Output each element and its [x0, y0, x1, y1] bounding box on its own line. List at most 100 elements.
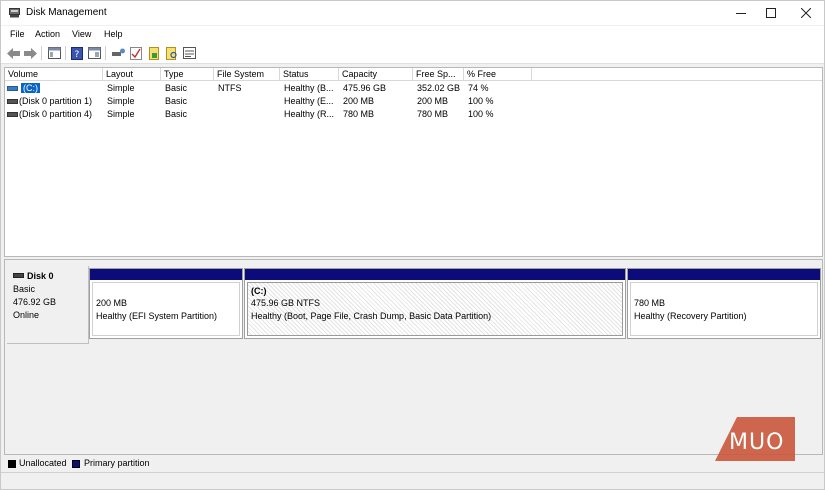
disk-label[interactable]: Disk 0 Basic 476.92 GB Online	[7, 266, 89, 344]
disk-size: 476.92 GB	[13, 297, 57, 307]
partition-body: 780 MB Healthy (Recovery Partition)	[630, 282, 818, 336]
toolbar-separator	[41, 46, 42, 60]
disk-management-window: Disk Management File Action View Help ?	[0, 0, 825, 490]
maximize-icon	[766, 8, 776, 18]
menu-file[interactable]: File	[10, 29, 25, 39]
menu-help[interactable]: Help	[104, 29, 123, 39]
volume-list[interactable]: Volume Layout Type File System Status Ca…	[4, 67, 823, 257]
layout-cell: Simple	[107, 96, 135, 106]
table-row[interactable]: (Disk 0 partition 4) Simple Basic Health…	[5, 108, 822, 121]
connect-button[interactable]	[110, 45, 126, 61]
svg-text:MUO: MUO	[729, 430, 784, 455]
column-type[interactable]: Type	[161, 68, 214, 81]
back-icon	[6, 47, 20, 59]
percent-free-cell: 100 %	[468, 109, 494, 119]
toolbar-separator	[65, 46, 66, 60]
column-free-space[interactable]: Free Sp...	[413, 68, 464, 81]
disk-graphical-area: Disk 0 Basic 476.92 GB Online 200 MB Hea…	[5, 260, 822, 454]
partition-body: (C:) 475.96 GB NTFS Healthy (Boot, Page …	[247, 282, 623, 336]
primary-partition-bar	[245, 269, 625, 280]
disk-name: Disk 0	[27, 271, 54, 281]
partition-title: (C:)	[251, 286, 267, 296]
status-bar	[1, 472, 824, 489]
svg-text:?: ?	[75, 50, 80, 60]
capacity-cell: 780 MB	[343, 109, 375, 119]
status-cell: Healthy (R...	[284, 109, 335, 119]
status-cell: Healthy (E...	[284, 96, 334, 106]
column-file-system[interactable]: File System	[214, 68, 280, 81]
layout-cell: Simple	[107, 83, 135, 93]
column-percent-free[interactable]: % Free	[464, 68, 532, 81]
table-row[interactable]: (C:) Simple Basic NTFS Healthy (B... 475…	[5, 82, 822, 95]
column-capacity[interactable]: Capacity	[339, 68, 413, 81]
disk-state: Online	[13, 310, 40, 320]
volume-icon	[7, 112, 18, 117]
primary-partition-bar	[628, 269, 820, 280]
partition-c-drive[interactable]: (C:) 475.96 GB NTFS Healthy (Boot, Page …	[244, 268, 626, 339]
volume-name: (Disk 0 partition 4)	[19, 109, 93, 119]
disk-type: Basic	[13, 284, 36, 294]
capacity-cell: 200 MB	[343, 96, 375, 106]
type-cell: Basic	[165, 109, 188, 119]
view-button[interactable]	[86, 45, 102, 61]
toolbar: ?	[1, 42, 824, 64]
new-icon	[149, 46, 159, 60]
forward-icon	[23, 47, 37, 59]
column-volume[interactable]: Volume	[5, 68, 103, 81]
muo-watermark-logo: MUO	[715, 417, 795, 461]
partition-recovery[interactable]: 780 MB Healthy (Recovery Partition)	[627, 268, 821, 339]
partition-size: 475.96 GB NTFS	[251, 298, 321, 308]
primary-partition-swatch	[72, 460, 80, 468]
disk-graphical-view: Disk 0 Basic 476.92 GB Online 200 MB Hea…	[4, 259, 823, 455]
help-button[interactable]: ?	[69, 45, 85, 61]
disk-management-app-icon	[9, 8, 20, 18]
close-icon	[801, 8, 811, 18]
status-cell: Healthy (B...	[284, 83, 334, 93]
menu-view[interactable]: View	[72, 29, 91, 39]
type-cell: Basic	[165, 96, 188, 106]
free-space-cell: 352.02 GB	[417, 83, 461, 93]
back-button[interactable]	[5, 45, 21, 61]
capacity-cell: 475.96 GB	[343, 83, 387, 93]
toolbar-separator	[105, 46, 106, 60]
console-tree-icon	[47, 47, 61, 59]
maximize-button[interactable]	[753, 1, 789, 25]
partition-efi[interactable]: 200 MB Healthy (EFI System Partition)	[89, 268, 243, 339]
partition-size: 200 MB	[96, 298, 128, 308]
percent-free-cell: 74 %	[468, 83, 489, 93]
volume-icon	[7, 86, 18, 91]
show-hide-console-tree-button[interactable]	[46, 45, 62, 61]
partition-status: Healthy (Recovery Partition)	[634, 311, 747, 321]
help-icon: ?	[71, 46, 83, 60]
minimize-icon	[736, 13, 746, 14]
volume-icon	[7, 99, 18, 104]
table-row[interactable]: (Disk 0 partition 1) Simple Basic Health…	[5, 95, 822, 108]
connect-icon	[111, 48, 125, 56]
settings-icon	[182, 47, 196, 59]
close-button[interactable]	[788, 1, 824, 25]
column-layout[interactable]: Layout	[103, 68, 161, 81]
menu-action[interactable]: Action	[35, 29, 60, 39]
layout-cell: Simple	[107, 109, 135, 119]
search-icon	[166, 46, 177, 60]
partition-body: 200 MB Healthy (EFI System Partition)	[92, 282, 240, 336]
column-status[interactable]: Status	[280, 68, 339, 81]
legend-unallocated: Unallocated	[19, 458, 67, 468]
percent-free-cell: 100 %	[468, 96, 494, 106]
view-icon	[87, 47, 101, 59]
check-icon	[130, 46, 142, 60]
forward-button[interactable]	[22, 45, 38, 61]
menu-bar: File Action View Help	[1, 26, 824, 42]
file-system-cell: NTFS	[218, 83, 242, 93]
search-button[interactable]	[164, 45, 180, 61]
disk-icon	[13, 273, 24, 278]
free-space-cell: 200 MB	[417, 96, 449, 106]
type-cell: Basic	[165, 83, 188, 93]
window-title: Disk Management	[26, 7, 107, 18]
partition-size: 780 MB	[634, 298, 666, 308]
partition-status: Healthy (EFI System Partition)	[96, 311, 218, 321]
unallocated-swatch	[8, 460, 16, 468]
check-button[interactable]	[128, 45, 144, 61]
new-button[interactable]	[146, 45, 162, 61]
settings-button[interactable]	[181, 45, 197, 61]
